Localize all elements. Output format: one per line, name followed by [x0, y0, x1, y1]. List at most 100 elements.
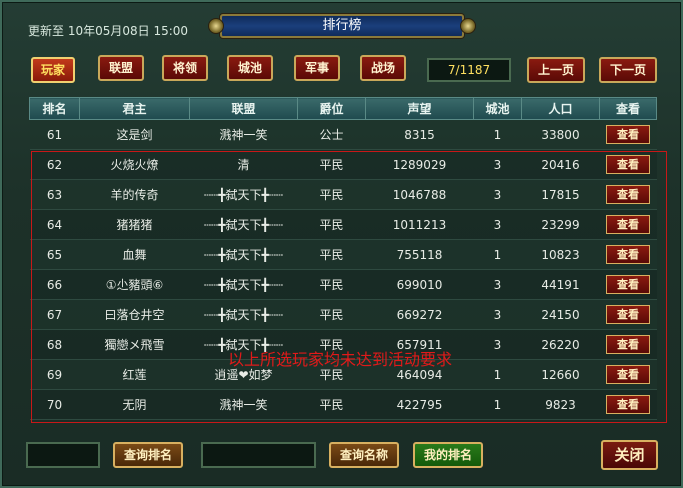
tab-battlefield[interactable]: 战场	[360, 55, 406, 81]
cell-cities: 3	[473, 269, 522, 300]
cell-rank: 69	[29, 359, 80, 390]
cell-alliance: ┄┄╋弑天下╋┄┄	[189, 329, 298, 360]
prev-page-button[interactable]: 上一页	[527, 57, 585, 83]
cell-prestige: 1011213	[365, 209, 474, 240]
cell-cities: 3	[473, 149, 522, 180]
column-header-lord: 君主	[79, 97, 190, 120]
cell-population: 12660	[521, 359, 600, 390]
cell-prestige: 755118	[365, 239, 474, 270]
cell-population: 26220	[521, 329, 600, 360]
table-row: 64 猪猪猪 ┄┄╋弑天下╋┄┄ 平民 1011213 3 23299 查看	[29, 209, 657, 240]
tab-generals[interactable]: 将领	[162, 55, 208, 81]
cell-cities: 3	[473, 179, 522, 210]
table-row: 62 火烧火燎 清 平民 1289029 3 20416 查看	[29, 149, 657, 180]
view-button[interactable]: 查看	[606, 275, 650, 294]
tab-military[interactable]: 军事	[294, 55, 340, 81]
view-button[interactable]: 查看	[606, 305, 650, 324]
tab-cities[interactable]: 城池	[227, 55, 273, 81]
cell-alliance: ┄┄╋弑天下╋┄┄	[189, 209, 298, 240]
cell-rank: 68	[29, 329, 80, 360]
cell-lord: 曰落仓井空	[79, 299, 190, 330]
name-search-input[interactable]	[201, 442, 316, 468]
column-header-title: 爵位	[297, 97, 366, 120]
cell-prestige: 657911	[365, 329, 474, 360]
cell-rank: 66	[29, 269, 80, 300]
view-button[interactable]: 查看	[606, 155, 650, 174]
close-button[interactable]: 关闭	[601, 440, 658, 470]
cell-lord: 红莲	[79, 359, 190, 390]
table-header-row: 排名 君主 联盟 爵位 声望 城池 人口 查看	[29, 97, 657, 120]
cell-rank: 64	[29, 209, 80, 240]
cell-alliance: 溅神一笑	[189, 389, 298, 420]
cell-prestige: 422795	[365, 389, 474, 420]
cell-title: 平民	[297, 329, 366, 360]
cell-prestige: 464094	[365, 359, 474, 390]
cell-title: 平民	[297, 239, 366, 270]
cell-title: 平民	[297, 269, 366, 300]
window-title: 排行榜	[208, 14, 476, 38]
my-rank-button[interactable]: 我的排名	[413, 442, 483, 468]
query-rank-button[interactable]: 查询排名	[113, 442, 183, 468]
table-row: 69 红莲 逍遥❤如梦 平民 464094 1 12660 查看	[29, 359, 657, 390]
rank-search-input[interactable]	[26, 442, 100, 468]
view-button[interactable]: 查看	[606, 335, 650, 354]
cell-cities: 3	[473, 299, 522, 330]
cell-lord: 血舞	[79, 239, 190, 270]
cell-alliance: 逍遥❤如梦	[189, 359, 298, 390]
cell-cities: 1	[473, 239, 522, 270]
cell-population: 44191	[521, 269, 600, 300]
cell-cities: 1	[473, 389, 522, 420]
view-button[interactable]: 查看	[606, 365, 650, 384]
ornament-left-icon	[208, 18, 224, 34]
cell-alliance: ┄┄╋弑天下╋┄┄	[189, 299, 298, 330]
cell-title: 平民	[297, 359, 366, 390]
cell-cities: 1	[473, 119, 522, 150]
ranking-window: 更新至 10年05月08日 15:00 排行榜 玩家 联盟 将领 城池 军事 战…	[0, 0, 683, 488]
view-button[interactable]: 查看	[606, 395, 650, 414]
cell-prestige: 1046788	[365, 179, 474, 210]
cell-prestige: 669272	[365, 299, 474, 330]
view-button[interactable]: 查看	[606, 125, 650, 144]
ornament-right-icon	[460, 18, 476, 34]
column-header-alliance: 联盟	[189, 97, 298, 120]
column-header-population: 人口	[521, 97, 600, 120]
table-row: 70 无阴 溅神一笑 平民 422795 1 9823 查看	[29, 389, 657, 420]
cell-lord: ①尐豬頭⑥	[79, 269, 190, 300]
cell-alliance: ┄┄╋弑天下╋┄┄	[189, 269, 298, 300]
next-page-button[interactable]: 下一页	[599, 57, 657, 83]
cell-alliance: 溅神一笑	[189, 119, 298, 150]
column-header-prestige: 声望	[365, 97, 474, 120]
cell-prestige: 699010	[365, 269, 474, 300]
query-name-button[interactable]: 查询名称	[329, 442, 399, 468]
cell-title: 平民	[297, 389, 366, 420]
table-row: 65 血舞 ┄┄╋弑天下╋┄┄ 平民 755118 1 10823 查看	[29, 239, 657, 270]
cell-population: 9823	[521, 389, 600, 420]
cell-rank: 65	[29, 239, 80, 270]
view-button[interactable]: 查看	[606, 185, 650, 204]
cell-title: 平民	[297, 299, 366, 330]
cell-rank: 61	[29, 119, 80, 150]
cell-title: 平民	[297, 179, 366, 210]
view-button[interactable]: 查看	[606, 245, 650, 264]
cell-lord: 猪猪猪	[79, 209, 190, 240]
cell-population: 17815	[521, 179, 600, 210]
cell-alliance: ┄┄╋弑天下╋┄┄	[189, 179, 298, 210]
cell-population: 20416	[521, 149, 600, 180]
column-header-rank: 排名	[29, 97, 80, 120]
table-row: 63 羊的传奇 ┄┄╋弑天下╋┄┄ 平民 1046788 3 17815 查看	[29, 179, 657, 210]
cell-lord: 火烧火燎	[79, 149, 190, 180]
cell-population: 33800	[521, 119, 600, 150]
cell-rank: 70	[29, 389, 80, 420]
cell-population: 23299	[521, 209, 600, 240]
view-button[interactable]: 查看	[606, 215, 650, 234]
tab-alliances[interactable]: 联盟	[98, 55, 144, 81]
cell-rank: 67	[29, 299, 80, 330]
cell-cities: 3	[473, 209, 522, 240]
cell-lord: 獨戀メ飛雪	[79, 329, 190, 360]
cell-lord: 羊的传奇	[79, 179, 190, 210]
tab-players[interactable]: 玩家	[31, 57, 75, 83]
cell-lord: 无阴	[79, 389, 190, 420]
cell-rank: 62	[29, 149, 80, 180]
table-row: 66 ①尐豬頭⑥ ┄┄╋弑天下╋┄┄ 平民 699010 3 44191 查看	[29, 269, 657, 300]
column-header-view: 查看	[599, 97, 657, 120]
